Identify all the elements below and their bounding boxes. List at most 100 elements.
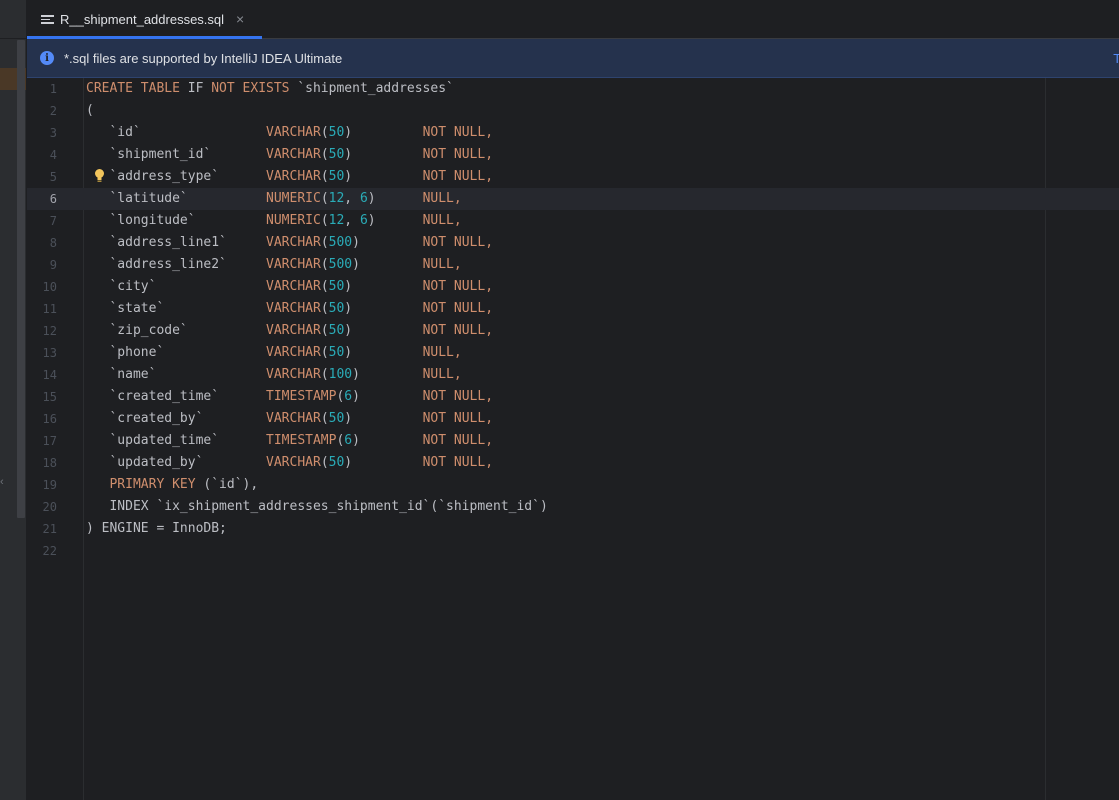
sql-number: 50	[328, 455, 345, 470]
sql-number: 12	[328, 213, 345, 228]
sql-identifier: )	[344, 455, 423, 470]
line-number: 14	[42, 368, 57, 382]
sql-identifier: )	[367, 191, 423, 206]
sql-identifier: INDEX `ix_shipment_addresses_shipment_id…	[86, 499, 548, 514]
banner-message: *.sql files are supported by IntelliJ ID…	[64, 50, 343, 66]
code-line[interactable]: 19 PRIMARY KEY (`id`),	[27, 474, 1119, 496]
tab-shipment-addresses[interactable]: R__shipment_addresses.sql ×	[27, 0, 262, 39]
sql-identifier: )	[344, 169, 423, 184]
code-line[interactable]: 7 `longitude` NUMERIC(12, 6) NULL,	[27, 210, 1119, 232]
code-line[interactable]: 21 ) ENGINE = InnoDB;	[27, 518, 1119, 540]
line-number: 10	[42, 280, 57, 294]
code-line[interactable]: 3 `id` VARCHAR(50) NOT NULL,	[27, 122, 1119, 144]
code-line[interactable]: 16 `created_by` VARCHAR(50) NOT NULL,	[27, 408, 1119, 430]
code-line[interactable]: 6 `latitude` NUMERIC(12, 6) NULL,	[27, 188, 1119, 210]
line-number: 16	[42, 412, 57, 426]
code-text: `created_time` TIMESTAMP(6) NOT NULL,	[86, 386, 493, 408]
code-line[interactable]: 4 `shipment_id` VARCHAR(50) NOT NULL,	[27, 144, 1119, 166]
code-line[interactable]: 14 `name` VARCHAR(100) NULL,	[27, 364, 1119, 386]
lightbulb-icon[interactable]	[94, 168, 105, 184]
line-number: 4	[49, 148, 57, 162]
sql-keyword: NUMERIC	[266, 213, 321, 228]
sql-identifier: (	[320, 367, 329, 382]
sql-keyword: TIMESTAMP	[266, 433, 337, 448]
code-line[interactable]: 8 `address_line1` VARCHAR(500) NOT NULL,	[27, 232, 1119, 254]
sql-identifier: `created_by`	[86, 411, 267, 426]
sql-identifier: )	[344, 301, 423, 316]
sql-number: 6	[344, 389, 353, 404]
sql-keyword: CREATE TABLE	[86, 81, 188, 96]
sql-keyword: ,	[453, 213, 462, 228]
code-line[interactable]: 2(	[27, 100, 1119, 122]
line-number: 2	[49, 104, 57, 118]
sql-keyword: VARCHAR	[266, 257, 321, 272]
sql-number: 50	[328, 301, 345, 316]
chevron-left-icon[interactable]: ‹	[0, 476, 6, 496]
sql-keyword: NULL	[422, 257, 454, 272]
code-line[interactable]: 15 `created_time` TIMESTAMP(6) NOT NULL,	[27, 386, 1119, 408]
sql-keyword: NOT NULL	[422, 279, 486, 294]
sql-keyword: NOT NULL	[422, 125, 486, 140]
code-line[interactable]: 12 `zip_code` VARCHAR(50) NOT NULL,	[27, 320, 1119, 342]
sql-identifier: (	[320, 235, 329, 250]
sql-identifier: (	[320, 455, 329, 470]
code-line[interactable]: 10 `city` VARCHAR(50) NOT NULL,	[27, 276, 1119, 298]
sql-identifier: ,	[344, 213, 360, 228]
line-number: 18	[42, 456, 57, 470]
sql-keyword: ,	[453, 345, 462, 360]
code-text: `state` VARCHAR(50) NOT NULL,	[86, 298, 493, 320]
line-number: 21	[42, 522, 57, 536]
sql-identifier: (	[320, 345, 329, 360]
sql-keyword: NOT NULL	[422, 301, 486, 316]
sql-identifier: `updated_time`	[86, 433, 267, 448]
code-line[interactable]: 5 `address_type` VARCHAR(50) NOT NULL,	[27, 166, 1119, 188]
banner-action-link[interactable]: Tr	[1113, 51, 1119, 66]
code-line[interactable]: 18 `updated_by` VARCHAR(50) NOT NULL,	[27, 452, 1119, 474]
sql-identifier: `shipment_id`	[86, 147, 267, 162]
line-number: 6	[49, 192, 57, 206]
code-line[interactable]: 22	[27, 540, 1119, 562]
code-text: CREATE TABLE IF NOT EXISTS `shipment_add…	[86, 78, 454, 100]
sql-keyword: NULL	[422, 345, 454, 360]
sql-keyword: ,	[485, 125, 494, 140]
sql-keyword: NOT NULL	[422, 455, 486, 470]
code-line[interactable]: 11 `state` VARCHAR(50) NOT NULL,	[27, 298, 1119, 320]
sql-keyword: NULL	[422, 213, 454, 228]
code-line[interactable]: 20 INDEX `ix_shipment_addresses_shipment…	[27, 496, 1119, 518]
sql-identifier: `city`	[86, 279, 267, 294]
side-scrollbar[interactable]	[17, 40, 25, 518]
line-number: 19	[42, 478, 57, 492]
code-text: `zip_code` VARCHAR(50) NOT NULL,	[86, 320, 493, 342]
sql-keyword: NOT EXISTS	[211, 81, 298, 96]
code-line[interactable]: 9 `address_line2` VARCHAR(500) NULL,	[27, 254, 1119, 276]
line-number: 13	[42, 346, 57, 360]
line-number: 22	[42, 544, 57, 558]
sql-number: 50	[328, 279, 345, 294]
sql-number: 50	[328, 147, 345, 162]
code-text: `updated_time` TIMESTAMP(6) NOT NULL,	[86, 430, 493, 452]
sql-identifier: ) ENGINE = InnoDB;	[86, 521, 227, 536]
code-line[interactable]: 13 `phone` VARCHAR(50) NULL,	[27, 342, 1119, 364]
tab-label: R__shipment_addresses.sql	[60, 11, 225, 27]
close-icon[interactable]: ×	[236, 12, 244, 26]
code-line[interactable]: 17 `updated_time` TIMESTAMP(6) NOT NULL,	[27, 430, 1119, 452]
sql-keyword: ,	[485, 455, 494, 470]
sql-identifier: `zip_code`	[86, 323, 267, 338]
code-line[interactable]: 1 CREATE TABLE IF NOT EXISTS `shipment_ad…	[27, 78, 1119, 100]
sql-identifier: )	[352, 389, 423, 404]
sql-number: 500	[328, 257, 353, 272]
sql-identifier: (	[320, 191, 329, 206]
sql-identifier: `address_line1`	[86, 235, 267, 250]
line-number: 1	[49, 82, 57, 96]
sql-identifier: `state`	[86, 301, 267, 316]
code-editor[interactable]: 1 CREATE TABLE IF NOT EXISTS `shipment_ad…	[27, 78, 1119, 800]
sql-identifier: `name`	[86, 367, 267, 382]
sql-identifier: IF	[187, 81, 212, 96]
info-icon: i	[40, 51, 54, 65]
line-number: 12	[42, 324, 57, 338]
sql-keyword: NOT NULL	[422, 323, 486, 338]
line-number: 15	[42, 390, 57, 404]
sql-keyword: ,	[485, 433, 494, 448]
sql-identifier: ,	[344, 191, 360, 206]
sql-identifier: )	[344, 411, 423, 426]
